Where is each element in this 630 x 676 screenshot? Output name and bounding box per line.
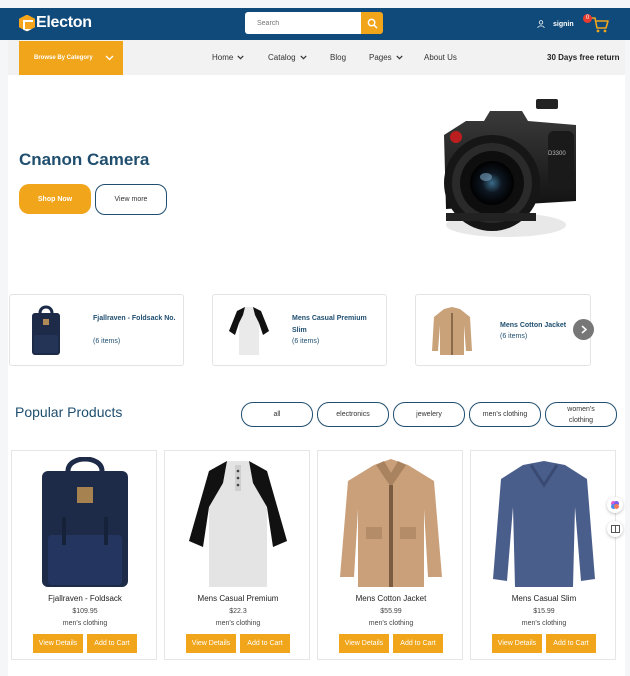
hero-banner: Cnanon Camera Shop Now View more D3300	[8, 75, 625, 280]
product-category: men's clothing	[368, 620, 414, 627]
browse-category-dropdown[interactable]: Browse By Category	[19, 41, 123, 75]
filter-womens-clothing[interactable]: women's clothing	[545, 402, 617, 427]
brand-logo[interactable]: Electon	[19, 14, 92, 32]
backpack-image	[32, 305, 60, 355]
browse-label: Browse By Category	[34, 55, 93, 61]
backpack-image	[42, 457, 128, 587]
add-to-cart-button[interactable]: Add to Cart	[240, 634, 290, 653]
product-price: $15.99	[533, 608, 555, 615]
reader-widget[interactable]	[607, 521, 623, 537]
product-price: $55.99	[380, 608, 402, 615]
carousel-next-button[interactable]	[573, 319, 594, 340]
category-name: Mens Casual Premium Slim	[292, 315, 367, 334]
category-card[interactable]: Mens Cotton Jacket (6 items)	[415, 294, 591, 366]
free-return-promo: 30 Days free return	[547, 53, 620, 62]
main-nav: Browse By Category Home Catalog Blog Pag…	[8, 40, 625, 75]
add-to-cart-button[interactable]: Add to Cart	[393, 634, 443, 653]
category-count: (6 items)	[93, 338, 121, 345]
chevron-right-icon	[581, 325, 587, 334]
product-price: $109.95	[72, 608, 98, 615]
nav-pages[interactable]: Pages	[369, 53, 403, 62]
product-card[interactable]: Mens Cotton Jacket $55.99 men's clothing…	[317, 450, 463, 660]
top-header: Electon signin 0	[0, 8, 630, 40]
product-name: Mens Cotton Jacket	[355, 594, 427, 603]
chevron-down-icon	[396, 55, 403, 60]
view-details-button[interactable]: View Details	[33, 634, 83, 653]
nav-home-label: Home	[212, 53, 234, 62]
nav-blog-label: Blog	[330, 53, 347, 62]
reader-icon	[610, 525, 620, 533]
product-category: men's clothing	[215, 620, 261, 627]
product-card[interactable]: Mens Casual Slim $15.99 men's clothing V…	[470, 450, 616, 660]
category-card[interactable]: Fjallraven - Foldsack No. (6 items)	[9, 294, 184, 366]
filter-mens-clothing[interactable]: men's clothing	[469, 402, 541, 427]
brand-name: Electon	[36, 14, 92, 31]
raglan-shirt-image	[229, 307, 269, 355]
cart-icon	[592, 17, 609, 33]
nav-catalog-label: Catalog	[268, 53, 296, 62]
search-input[interactable]	[245, 12, 361, 34]
category-card[interactable]: Mens Casual Premium Slim (6 items)	[212, 294, 387, 366]
product-name: Mens Casual Premium	[197, 594, 279, 603]
filter-jewelery[interactable]: jewelery	[393, 402, 465, 427]
chevron-down-icon	[237, 55, 244, 60]
chevron-down-icon	[299, 55, 307, 60]
camera-image: D3300	[444, 99, 576, 237]
category-carousel: Fjallraven - Foldsack No. (6 items) Mens…	[8, 280, 625, 375]
hero-title: Cnanon Camera	[19, 150, 150, 169]
signin-link[interactable]: signin	[537, 20, 574, 28]
category-count: (6 items)	[292, 338, 320, 345]
view-more-button[interactable]: View more	[95, 184, 167, 215]
nav-home[interactable]: Home	[212, 53, 244, 62]
nav-blog[interactable]: Blog	[330, 53, 346, 62]
view-details-button[interactable]: View Details	[186, 634, 236, 653]
jacket-image	[432, 307, 472, 355]
filter-electronics[interactable]: electronics	[317, 402, 389, 427]
nav-pages-label: Pages	[369, 53, 392, 62]
nav-catalog[interactable]: Catalog	[268, 53, 307, 62]
view-details-button[interactable]: View Details	[492, 634, 542, 653]
product-category: men's clothing	[521, 620, 567, 627]
nav-about-label: About Us	[424, 53, 457, 62]
category-count: (6 items)	[500, 333, 528, 340]
search-button[interactable]	[361, 12, 383, 34]
filter-all[interactable]: all	[241, 402, 313, 427]
category-name: Fjallraven - Foldsack No.	[93, 315, 176, 322]
flower-icon	[611, 501, 619, 509]
shop-now-button[interactable]: Shop Now	[19, 184, 91, 214]
product-name: Fjallraven - Foldsack	[48, 594, 122, 603]
signin-label: signin	[553, 20, 574, 28]
raglan-shirt-image	[189, 461, 287, 587]
search-icon	[367, 18, 378, 29]
product-card[interactable]: Mens Casual Premium $22.3 men's clothing…	[164, 450, 310, 660]
product-name: Mens Casual Slim	[511, 594, 577, 603]
nav-about[interactable]: About Us	[424, 53, 457, 62]
cart-count-badge: 0	[583, 14, 592, 23]
product-card[interactable]: Fjallraven - Foldsack $109.95 men's clot…	[11, 450, 157, 660]
add-to-cart-button[interactable]: Add to Cart	[87, 634, 137, 653]
logo-icon	[19, 14, 35, 32]
chevron-down-icon	[105, 55, 114, 61]
view-details-button[interactable]: View Details	[339, 634, 389, 653]
page: Electon signin 0 Browse By Category Home…	[0, 0, 630, 676]
jacket-image	[340, 459, 442, 587]
product-category: men's clothing	[62, 620, 108, 627]
sweater-image	[493, 461, 595, 587]
product-price: $22.3	[229, 608, 247, 615]
add-to-cart-button[interactable]: Add to Cart	[546, 634, 596, 653]
user-icon	[537, 20, 545, 28]
svg-text:D3300: D3300	[548, 151, 566, 157]
assistant-widget[interactable]	[607, 497, 623, 513]
cart-button[interactable]: 0	[583, 14, 609, 34]
popular-title: Popular Products	[15, 404, 123, 420]
